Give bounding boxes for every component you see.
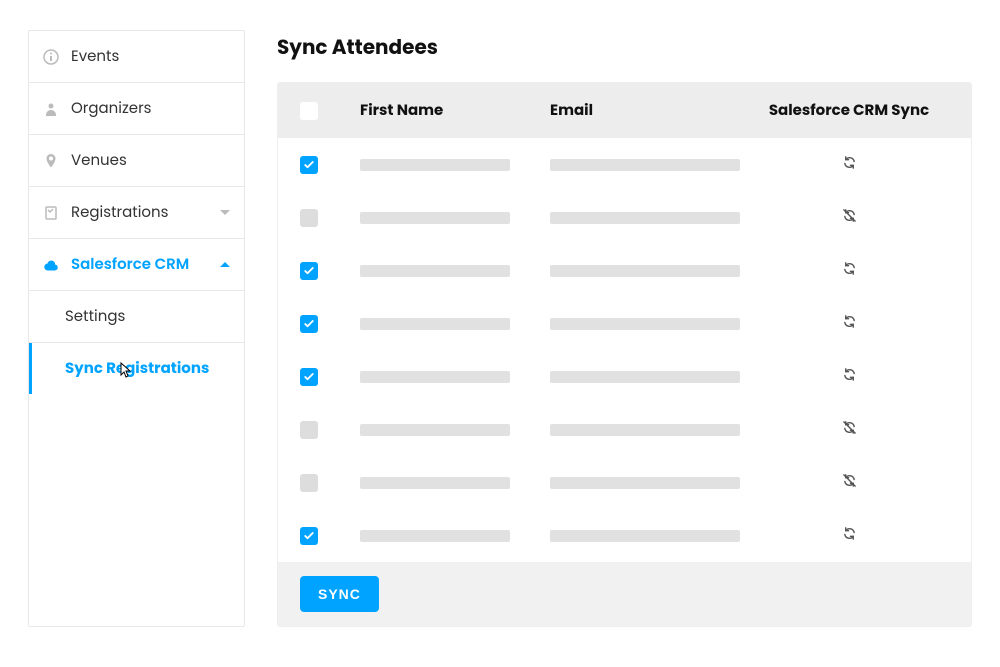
cloud-icon — [43, 257, 59, 273]
sidebar-item-salesforce[interactable]: Salesforce CRM — [29, 239, 244, 291]
column-header-first-name: First Name — [360, 99, 550, 122]
sync-icon — [842, 261, 857, 276]
first-name-placeholder — [360, 530, 510, 542]
sync-off-icon — [842, 473, 857, 488]
sidebar-item-venues[interactable]: Venues — [29, 135, 244, 187]
sync-icon — [842, 314, 857, 329]
table-row — [278, 456, 971, 509]
sidebar-item-sync-registrations[interactable]: Sync Registrations — [29, 343, 244, 394]
sidebar: Events Organizers Venues Registrations — [28, 30, 245, 627]
email-placeholder — [550, 371, 740, 383]
table-row — [278, 191, 971, 244]
table-row — [278, 244, 971, 297]
first-name-placeholder — [360, 477, 510, 489]
row-checkbox[interactable] — [300, 315, 318, 333]
sidebar-item-label: Settings — [65, 305, 125, 328]
first-name-placeholder — [360, 318, 510, 330]
table-header: First Name Email Salesforce CRM Sync — [278, 83, 971, 138]
first-name-placeholder — [360, 265, 510, 277]
row-checkbox[interactable] — [300, 474, 318, 492]
sidebar-item-settings[interactable]: Settings — [29, 291, 244, 343]
first-name-placeholder — [360, 424, 510, 436]
row-checkbox[interactable] — [300, 209, 318, 227]
sidebar-item-events[interactable]: Events — [29, 31, 244, 83]
main-content: Sync Attendees First Name Email Salesfor… — [277, 30, 972, 627]
column-header-email: Email — [550, 99, 749, 122]
table-row — [278, 297, 971, 350]
clipboard-icon — [43, 205, 59, 221]
email-placeholder — [550, 159, 740, 171]
chevron-down-icon — [220, 210, 230, 215]
table-footer: SYNC — [278, 562, 971, 626]
sync-icon — [842, 526, 857, 541]
email-placeholder — [550, 424, 740, 436]
sync-icon — [842, 367, 857, 382]
page-title: Sync Attendees — [277, 32, 972, 62]
row-checkbox[interactable] — [300, 262, 318, 280]
table-row — [278, 138, 971, 191]
location-pin-icon — [43, 153, 59, 169]
row-checkbox[interactable] — [300, 527, 318, 545]
first-name-placeholder — [360, 371, 510, 383]
row-checkbox[interactable] — [300, 368, 318, 386]
sidebar-item-label: Registrations — [71, 201, 168, 224]
table-row — [278, 403, 971, 456]
chevron-up-icon — [220, 262, 230, 267]
sync-icon — [842, 155, 857, 170]
email-placeholder — [550, 318, 740, 330]
row-checkbox[interactable] — [300, 156, 318, 174]
info-icon — [43, 49, 59, 65]
sidebar-item-label: Salesforce CRM — [71, 253, 189, 276]
table-row — [278, 350, 971, 403]
email-placeholder — [550, 530, 740, 542]
user-icon — [43, 101, 59, 117]
sidebar-item-label: Sync Registrations — [65, 357, 209, 380]
attendees-table: First Name Email Salesforce CRM Sync SYN… — [277, 82, 972, 627]
sync-off-icon — [842, 208, 857, 223]
sidebar-item-label: Events — [71, 45, 119, 68]
email-placeholder — [550, 212, 740, 224]
table-row — [278, 509, 971, 562]
sidebar-item-registrations[interactable]: Registrations — [29, 187, 244, 239]
select-all-checkbox[interactable] — [300, 102, 318, 120]
email-placeholder — [550, 477, 740, 489]
first-name-placeholder — [360, 212, 510, 224]
column-header-sync: Salesforce CRM Sync — [749, 99, 949, 122]
email-placeholder — [550, 265, 740, 277]
sync-off-icon — [842, 420, 857, 435]
sidebar-item-label: Venues — [71, 149, 127, 172]
row-checkbox[interactable] — [300, 421, 318, 439]
sync-button[interactable]: SYNC — [300, 576, 379, 612]
sidebar-item-label: Organizers — [71, 97, 152, 120]
sidebar-item-organizers[interactable]: Organizers — [29, 83, 244, 135]
first-name-placeholder — [360, 159, 510, 171]
